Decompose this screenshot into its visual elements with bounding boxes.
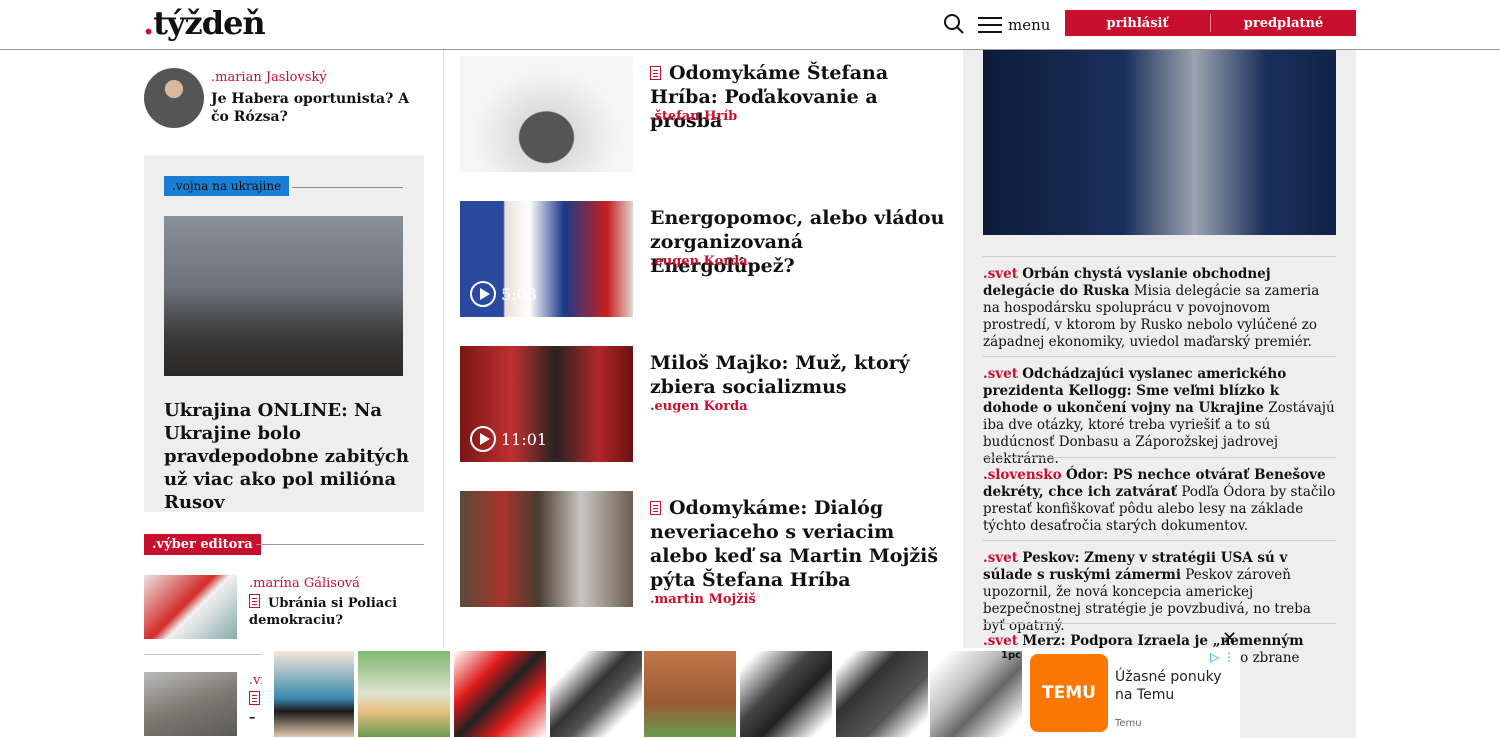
article-author[interactable]: .štefan Hríb: [650, 109, 737, 124]
ad-product-image[interactable]: [644, 651, 736, 737]
video-badge: 11:01: [470, 426, 547, 452]
search-icon[interactable]: [943, 13, 965, 35]
column-divider: [443, 50, 444, 738]
editor-pick-header: .výber editora: [144, 533, 424, 555]
article-thumbnail[interactable]: [144, 672, 237, 736]
ad-product-image[interactable]: [550, 651, 642, 737]
ukraine-tag[interactable]: .vojna na ukrajine: [164, 176, 290, 196]
editor-pick-item[interactable]: .marína Gálisová Ubránia si Poliaci demo…: [144, 575, 424, 639]
ad-product-image[interactable]: [358, 651, 450, 737]
divider: [292, 187, 403, 188]
ukraine-headline[interactable]: Ukrajina ONLINE: Na Ukrajine bolo pravde…: [164, 399, 409, 514]
article-thumbnail[interactable]: 5:03: [460, 201, 633, 317]
close-icon[interactable]: ✕: [1222, 628, 1237, 649]
right-column: .svet Orbán chystá vyslanie obchodnej de…: [963, 50, 1356, 738]
article-thumbnail[interactable]: [460, 491, 633, 607]
article-thumbnail[interactable]: [144, 575, 237, 639]
article-item[interactable]: 5:03 Energopomoc, alebo vládou zorganizo…: [460, 201, 950, 317]
news-section[interactable]: .svet: [983, 266, 1018, 282]
news-section[interactable]: .svet: [983, 550, 1018, 566]
hamburger-icon: [978, 17, 1002, 33]
ukraine-image[interactable]: [164, 216, 403, 376]
news-item[interactable]: .svet Peskov: Zmeny v stratégii USA sú v…: [983, 540, 1336, 635]
ad-product-image[interactable]: [454, 651, 546, 737]
video-badge: 5:03: [470, 281, 537, 307]
article-title[interactable]: Odomykáme: Dialóg neveriaceho s veriacim…: [650, 496, 950, 592]
play-icon: [470, 281, 496, 307]
ad-product-image[interactable]: [274, 651, 354, 737]
article-author[interactable]: .eugen Korda: [650, 399, 748, 414]
article-author[interactable]: .eugen Korda: [650, 254, 748, 269]
document-icon: [249, 691, 260, 705]
article-title[interactable]: Ubránia si Poliaci demokraciu?: [249, 594, 424, 629]
author-avatar: [144, 68, 204, 128]
editor-pick-tag[interactable]: .výber editora: [144, 534, 261, 555]
site-header: .týždeň menu prihlásiť predplatné: [0, 0, 1500, 50]
article-item[interactable]: Odomykáme: Dialóg neveriaceho s veriacim…: [460, 491, 950, 607]
login-button[interactable]: prihlásiť: [1065, 10, 1210, 36]
ad-quantity-label: 1pc: [1001, 650, 1022, 661]
article-title[interactable]: Je Habera oportunista? A čo Rózsa?: [211, 90, 421, 126]
play-icon: [470, 426, 496, 452]
news-section[interactable]: .svet: [983, 633, 1018, 649]
menu-button[interactable]: menu: [978, 12, 1050, 38]
ad-product-image[interactable]: [836, 651, 928, 737]
ad-brand: Temu: [1115, 718, 1142, 729]
news-item[interactable]: .slovensko Ódor: PS nechce otvárať Beneš…: [983, 457, 1336, 535]
ad-banner[interactable]: 1pc TEMU Úžasné ponuky na Temu Temu ▷ ⋮: [262, 648, 1240, 738]
news-item[interactable]: .svet Odchádzajúci vyslanec amerického p…: [983, 356, 1336, 468]
hero-image[interactable]: [983, 50, 1336, 235]
article-thumbnail[interactable]: [460, 56, 633, 172]
article-author[interactable]: .martin Mojžiš: [650, 592, 756, 607]
document-icon: [650, 66, 661, 80]
document-icon: [249, 594, 260, 608]
news-item[interactable]: .svet Orbán chystá vyslanie obchodnej de…: [983, 256, 1336, 351]
document-icon: [650, 501, 661, 515]
author-article[interactable]: .marian Jaslovský Je Habera oportunista?…: [144, 68, 424, 138]
news-headline[interactable]: Odchádzajúci vyslanec amerického prezide…: [983, 366, 1286, 416]
site-logo[interactable]: .týždeň: [143, 4, 266, 42]
article-item[interactable]: Odomykáme Štefana Hríba: Poďakovanie a p…: [460, 56, 950, 172]
auth-bar: prihlásiť predplatné: [1065, 10, 1356, 36]
news-section[interactable]: .slovensko: [983, 467, 1062, 483]
article-author[interactable]: .marína Gálisová: [249, 576, 360, 591]
subscribe-button[interactable]: predplatné: [1211, 10, 1356, 36]
ad-product-image[interactable]: [930, 651, 1022, 737]
menu-label: menu: [1008, 16, 1051, 34]
ad-tagline[interactable]: Úžasné ponuky na Temu: [1115, 668, 1235, 704]
author-name[interactable]: .marian Jaslovský: [211, 70, 327, 85]
ukraine-box: .vojna na ukrajine Ukrajina ONLINE: Na U…: [144, 155, 424, 514]
article-item[interactable]: 11:01 Miloš Majko: Muž, ktorý zbiera soc…: [460, 346, 950, 462]
article-thumbnail[interactable]: 11:01: [460, 346, 633, 462]
news-section[interactable]: .svet: [983, 366, 1018, 382]
divider: [256, 544, 424, 545]
ad-product-image[interactable]: [740, 651, 832, 737]
article-title[interactable]: Miloš Majko: Muž, ktorý zbiera socializm…: [650, 351, 950, 399]
temu-logo[interactable]: TEMU: [1030, 654, 1108, 732]
ad-choices-icon[interactable]: ▷ ⋮: [1210, 650, 1235, 664]
